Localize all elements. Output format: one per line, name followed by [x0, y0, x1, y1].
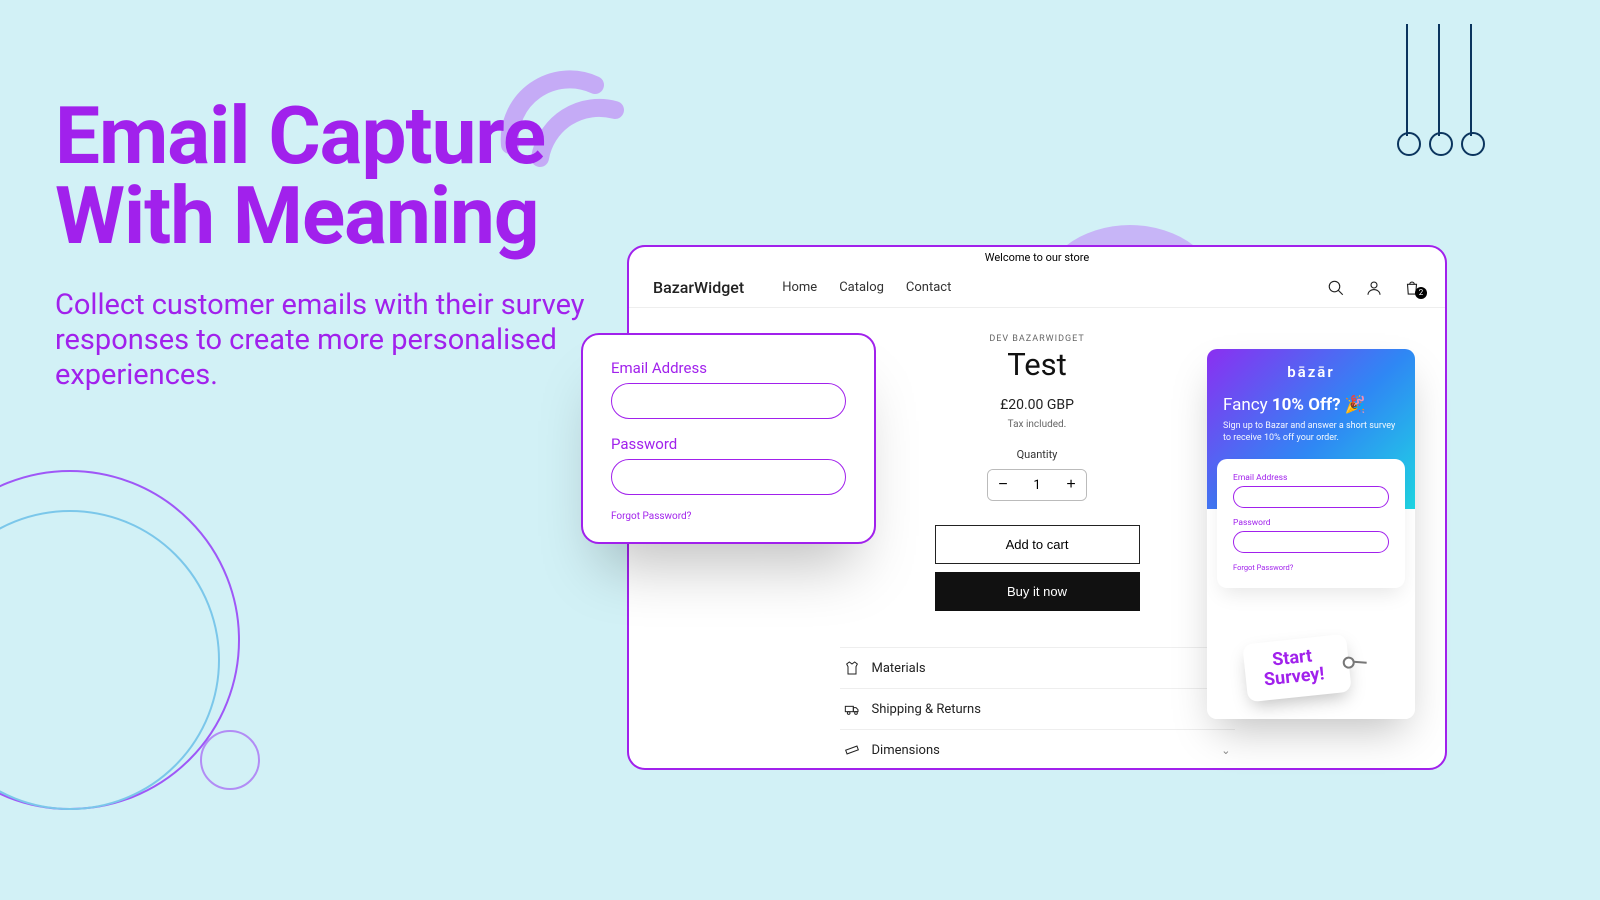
accordion-label: Shipping & Returns: [872, 702, 981, 717]
widget-password-label: Password: [1233, 518, 1389, 528]
product-vendor: DEV BAZARWIDGET: [989, 334, 1084, 344]
widget-brand: bāzār: [1223, 363, 1399, 381]
quantity-value: 1: [1018, 478, 1056, 493]
widget-password-input[interactable]: [1233, 531, 1389, 553]
quantity-label: Quantity: [1017, 448, 1058, 461]
nav-link-contact[interactable]: Contact: [906, 280, 951, 295]
widget-forgot-link[interactable]: Forgot Password?: [1233, 563, 1389, 572]
shirt-icon: [844, 660, 860, 676]
email-capture-popout: Email Address Password Forgot Password?: [581, 333, 876, 544]
cta-line: Survey!: [1263, 663, 1325, 690]
widget-title: Fancy 10% Off? 🎉: [1223, 395, 1399, 415]
password-input[interactable]: [611, 459, 846, 495]
cart-count-badge: 2: [1415, 287, 1427, 299]
widget-email-label: Email Address: [1233, 473, 1389, 483]
accordion-row-materials[interactable]: Materials ⌄: [840, 647, 1235, 688]
store-nav: Home Catalog Contact: [782, 280, 951, 295]
tax-note: Tax included.: [1008, 419, 1067, 430]
widget-subtitle: Sign up to Bazar and answer a short surv…: [1223, 421, 1399, 444]
quantity-decrease-button[interactable]: −: [988, 470, 1018, 500]
accordion-label: Dimensions: [872, 743, 940, 758]
password-label: Password: [611, 435, 846, 453]
widget-form: Email Address Password Forgot Password?: [1217, 459, 1405, 588]
email-label: Email Address: [611, 359, 846, 377]
email-input[interactable]: [611, 383, 846, 419]
product-title: Test: [1007, 346, 1067, 383]
announcement-bar: Welcome to our store: [629, 247, 1445, 268]
decorative-lines: [1406, 24, 1472, 136]
headline-line: With Meaning: [55, 169, 539, 263]
product-price: £20.00 GBP: [1000, 397, 1074, 413]
store-logo[interactable]: BazarWidget: [653, 278, 744, 297]
chevron-down-icon: ⌄: [1221, 744, 1230, 757]
forgot-password-link[interactable]: Forgot Password?: [611, 511, 846, 522]
search-icon[interactable]: [1327, 279, 1345, 297]
cart-icon[interactable]: 2: [1403, 279, 1421, 297]
truck-icon: [844, 701, 860, 717]
accordion-label: Materials: [872, 661, 926, 676]
start-survey-button[interactable]: Start Survey!: [1242, 634, 1352, 702]
add-to-cart-button[interactable]: Add to cart: [935, 525, 1140, 564]
widget-title-prefix: Fancy: [1223, 395, 1272, 415]
page-headline: Email Capture With Meaning: [55, 96, 545, 256]
widget-title-bold: 10% Off?: [1272, 395, 1341, 415]
nav-link-home[interactable]: Home: [782, 280, 817, 295]
bazar-widget: bāzār Fancy 10% Off? 🎉 Sign up to Bazar …: [1207, 349, 1415, 719]
accordion-row-dimensions[interactable]: Dimensions ⌄: [840, 729, 1235, 770]
party-icon: 🎉: [1345, 395, 1366, 415]
page-subheadline: Collect customer emails with their surve…: [55, 288, 595, 392]
store-header: BazarWidget Home Catalog Contact 2: [629, 268, 1445, 308]
account-icon[interactable]: [1365, 279, 1383, 297]
quantity-increase-button[interactable]: +: [1056, 470, 1086, 500]
widget-email-input[interactable]: [1233, 486, 1389, 508]
ruler-icon: [844, 742, 860, 758]
decorative-ring: [200, 730, 260, 790]
buy-now-button[interactable]: Buy it now: [935, 572, 1140, 611]
product-accordion: Materials ⌄ Shipping & Returns ⌄ Dimensi…: [840, 647, 1235, 770]
accordion-row-shipping[interactable]: Shipping & Returns ⌄: [840, 688, 1235, 729]
nav-link-catalog[interactable]: Catalog: [839, 280, 884, 295]
quantity-stepper: − 1 +: [987, 469, 1087, 501]
